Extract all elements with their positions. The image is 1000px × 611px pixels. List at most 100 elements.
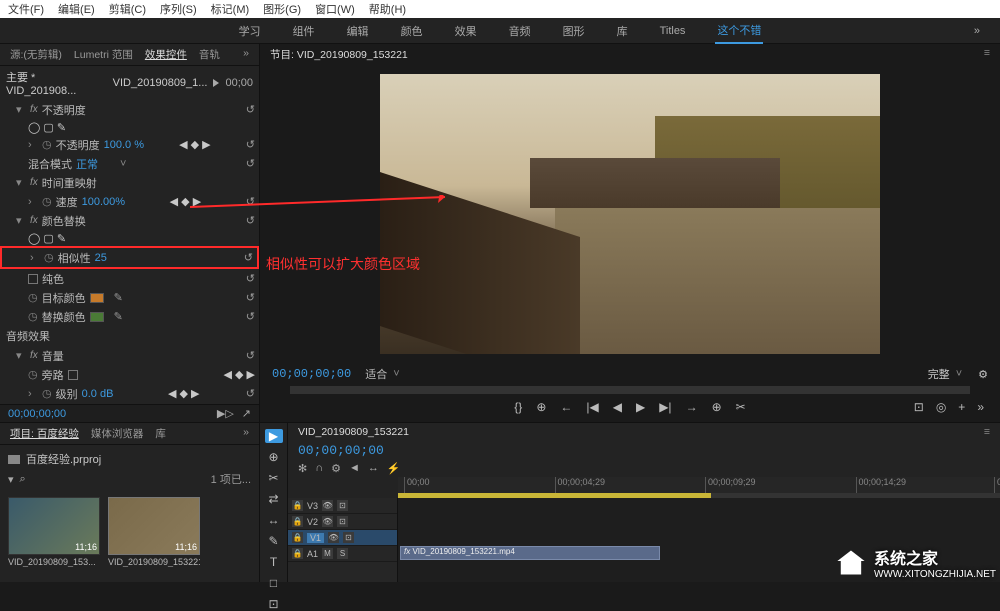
ws-library[interactable]: 库 (615, 19, 630, 43)
left-panel: 源:(无剪辑) Lumetri 范围 效果控件 音轨 » 主要 * VID_20… (0, 44, 260, 582)
level-label: 级别 (56, 386, 78, 402)
tl-snap-icon[interactable]: ✻ (298, 462, 307, 475)
go-in-icon[interactable]: ← (560, 400, 572, 414)
color-replace-group: 颜色替换 (42, 213, 86, 229)
step-back-icon[interactable]: |◀ (586, 400, 598, 414)
track-select-tool[interactable]: ⊕ (265, 450, 283, 464)
go-out-icon[interactable]: → (686, 400, 698, 414)
tl-link-icon[interactable]: ∩ (315, 462, 323, 475)
menu-help[interactable]: 帮助(H) (369, 1, 406, 17)
tl-settings-icon[interactable]: ↔ (368, 462, 379, 475)
play-icon[interactable]: ▶ (636, 400, 645, 414)
slip-tool[interactable]: ⇄ (265, 492, 283, 506)
step-fwd-icon[interactable]: ▶| (659, 400, 671, 414)
similarity-value[interactable]: 25 (95, 252, 135, 264)
ripple-tool[interactable]: ↔ (265, 513, 283, 527)
panel-overflow[interactable]: » (243, 47, 249, 65)
button-editor-icon[interactable]: + (958, 400, 965, 414)
camera-icon[interactable]: ◎ (936, 400, 946, 414)
ws-titles[interactable]: Titles (658, 21, 688, 41)
timeline-clip[interactable]: fx VID_20190809_153221.mp4 (400, 546, 660, 560)
track-v2[interactable]: V2 (307, 517, 318, 527)
program-tab[interactable]: 节目: VID_20190809_153221 (270, 49, 408, 61)
tl-wrench-icon[interactable]: ⚡ (387, 462, 401, 475)
extract-icon[interactable]: ✂ (736, 400, 746, 414)
add-marker-icon[interactable]: ⊕ (536, 400, 546, 414)
target-color-swatch[interactable] (90, 293, 104, 303)
type-tool[interactable]: T (265, 555, 283, 569)
program-scrubber[interactable] (290, 386, 970, 394)
tl-marker-icon[interactable]: ⚙ (331, 462, 341, 475)
program-monitor[interactable] (380, 74, 880, 354)
tab-lumetri[interactable]: Lumetri 范围 (74, 47, 133, 65)
timeline-tab[interactable]: VID_20190809_153221 (298, 426, 409, 438)
lift-icon[interactable]: ⊕ (712, 400, 722, 414)
tab-effect-controls[interactable]: 效果控件 (145, 47, 187, 65)
track-v1[interactable]: V1 (307, 533, 324, 543)
level-value[interactable]: 0.0 dB (82, 388, 122, 400)
tab-media-browser[interactable]: 媒体浏览器 (91, 426, 144, 444)
project-clip-2[interactable]: 11;16 VID_20190809_153221 (108, 497, 200, 567)
toggle-opacity[interactable]: ▾ (16, 103, 26, 116)
reset-opacity[interactable]: ↺ (246, 103, 255, 116)
program-timecode-left[interactable]: 00;00;00;00 (272, 367, 351, 381)
similarity-row-highlight: ›◷ 相似性 25 ↺ (0, 246, 259, 269)
menu-file[interactable]: 文件(F) (8, 1, 44, 17)
menu-window[interactable]: 窗口(W) (315, 1, 355, 17)
ws-color[interactable]: 颜色 (399, 19, 425, 43)
target-color-label: 目标颜色 (42, 290, 86, 306)
replace-color-swatch[interactable] (90, 312, 104, 322)
solid-checkbox[interactable] (28, 274, 38, 284)
play-back-icon[interactable]: ◀ (613, 400, 622, 414)
target-clip-name: VID_20190809_1... (113, 77, 208, 89)
time-remap-group: 时间重映射 (42, 175, 97, 191)
volume-group: 音量 (42, 348, 64, 364)
tab-project[interactable]: 项目: 百度经验 (10, 426, 79, 444)
menu-sequence[interactable]: 序列(S) (160, 1, 197, 17)
speed-value[interactable]: 100.00% (82, 196, 125, 208)
ws-audio[interactable]: 音频 (507, 19, 533, 43)
menu-edit[interactable]: 编辑(E) (58, 1, 95, 17)
razor-tool[interactable]: ✂ (265, 471, 283, 485)
panel-export-icon[interactable]: ↗ (242, 407, 251, 420)
hand-tool[interactable]: ⊡ (265, 597, 283, 611)
menu-graphics[interactable]: 图形(G) (263, 1, 301, 17)
timeline-ruler[interactable]: 00;00 00;00;04;29 00;00;09;29 00;00;14;2… (398, 477, 1000, 493)
track-a1[interactable]: A1 (307, 549, 318, 559)
speed-label: 速度 (56, 194, 78, 210)
search-icon[interactable]: ⌕ (20, 473, 26, 486)
ws-edit[interactable]: 编辑 (345, 19, 371, 43)
stopwatch-icon[interactable]: ◷ (42, 138, 52, 151)
menu-marker[interactable]: 标记(M) (211, 1, 250, 17)
panel-play-icon[interactable]: ▶▷ (217, 407, 234, 420)
play-icon (213, 79, 219, 87)
ws-graphics[interactable]: 图形 (561, 19, 587, 43)
panel-timecode[interactable]: 00;00;00;00 (8, 408, 66, 420)
tl-arrow-icon[interactable]: ◄ (349, 462, 360, 475)
ws-custom-active[interactable]: 这个不错 (715, 18, 763, 44)
mark-in-icon[interactable]: {} (514, 400, 522, 414)
opacity-value[interactable]: 100.0 % (104, 139, 144, 151)
resolution-full[interactable]: 完整 (928, 366, 950, 382)
track-v3[interactable]: V3 (307, 501, 318, 511)
tab-library[interactable]: 库 (155, 426, 166, 444)
menu-clip[interactable]: 剪辑(C) (109, 1, 146, 17)
pen-tool[interactable]: ✎ (265, 534, 283, 548)
ws-effects[interactable]: 效果 (453, 19, 479, 43)
selection-tool[interactable]: ▶ (265, 429, 283, 443)
rect-tool[interactable]: □ (265, 576, 283, 590)
settings-icon[interactable]: ⚙ (978, 368, 988, 381)
tab-audio-track[interactable]: 音轨 (199, 47, 220, 65)
ws-assembly[interactable]: 组件 (291, 19, 317, 43)
filter-icon[interactable]: ▾ (8, 473, 14, 486)
timeline-timecode[interactable]: 00;00;00;00 (298, 443, 384, 458)
project-clip-1[interactable]: 11;16 VID_20190809_153... (8, 497, 100, 567)
ws-learn[interactable]: 学习 (237, 19, 263, 43)
tab-source[interactable]: 源:(无剪辑) (10, 47, 62, 65)
export-frame-icon[interactable]: ⊡ (914, 400, 924, 414)
overflow-icon[interactable]: » (977, 400, 984, 414)
ws-overflow[interactable]: » (972, 21, 982, 41)
replace-color-label: 替换颜色 (42, 309, 86, 325)
zoom-fit[interactable]: 适合 (365, 366, 387, 382)
blend-mode-value[interactable]: 正常 (76, 156, 116, 172)
